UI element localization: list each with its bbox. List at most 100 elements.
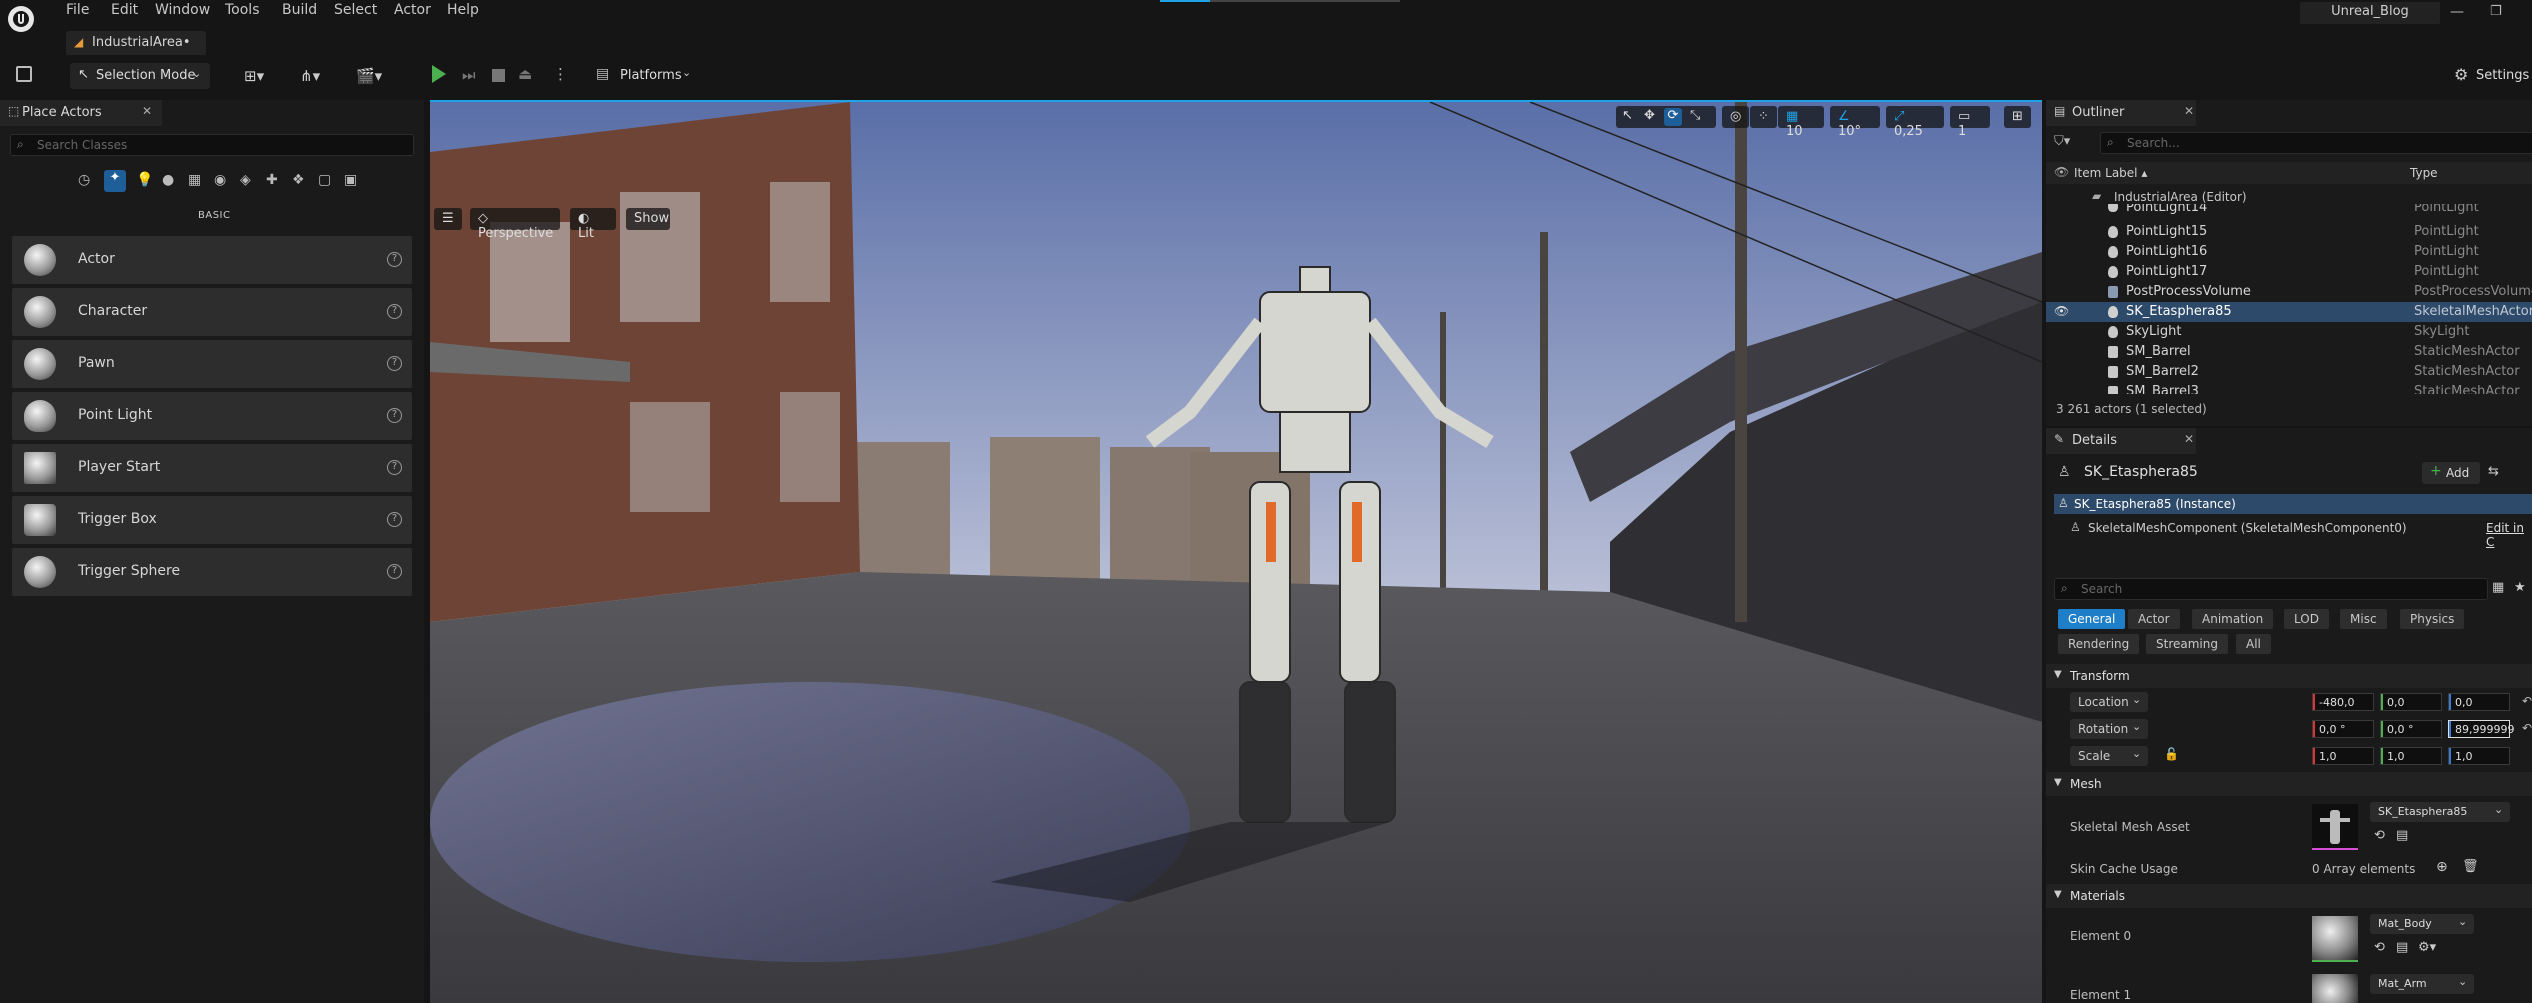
options-icon[interactable]: ⚙▾ (2418, 940, 2436, 955)
actor-name[interactable]: SK_Etasphera85 (2084, 464, 2198, 480)
grid-view-icon[interactable]: ▦ (2492, 580, 2504, 595)
menu-tools[interactable]: Tools (225, 2, 260, 18)
list-item[interactable]: SM_Barrel StaticMeshActor (2046, 342, 2532, 362)
scale-snap-button[interactable]: ⤢ 0,25 (1886, 106, 1944, 139)
favorite-star-icon[interactable]: ★ (2514, 580, 2526, 595)
reset-arrow-icon[interactable]: ↶ (2522, 721, 2532, 735)
scale-z-field[interactable]: 1,0 (2448, 747, 2510, 765)
use-selected-icon[interactable]: ⟲ (2374, 940, 2385, 955)
location-z-field[interactable]: 0,0 (2448, 693, 2510, 711)
rotation-dropdown[interactable]: Rotation ⌄ (2070, 719, 2148, 739)
shapes-icon[interactable]: ● (162, 172, 174, 188)
selection-mode-dropdown[interactable]: ↖ Selection Mode ⌄ (70, 63, 210, 89)
menu-actor[interactable]: Actor (394, 2, 431, 18)
search-classes-box[interactable]: ⌕ Search Classes (10, 134, 414, 156)
place-item-pawn[interactable]: Pawn? (12, 340, 412, 388)
show-button[interactable]: Show (626, 208, 670, 230)
platforms-dropdown[interactable]: ▤ Platforms ⌄ (596, 64, 696, 88)
help-icon[interactable]: ? (387, 460, 402, 475)
transform-section-header[interactable]: ▼ Transform (2046, 664, 2532, 688)
play-next-icon[interactable]: ⏭ (462, 66, 476, 84)
save-icon[interactable] (16, 66, 32, 82)
lock-icon[interactable]: 🔓 (2164, 747, 2179, 761)
place-item-trigger-sphere[interactable]: Trigger Sphere? (12, 548, 412, 596)
close-icon[interactable]: ✕ (2184, 432, 2194, 446)
details-search-box[interactable]: ⌕ Search (2054, 578, 2488, 600)
help-icon[interactable]: ? (387, 304, 402, 319)
rotation-z-field[interactable]: 89,999999 (2448, 720, 2515, 738)
item-label-header[interactable]: Item Label ▴ (2074, 166, 2147, 180)
list-item[interactable]: PostProcessVolume PostProcessVolume (2046, 282, 2532, 302)
menu-edit[interactable]: Edit (111, 2, 138, 18)
help-icon[interactable]: ? (387, 252, 402, 267)
lights-icon[interactable]: 💡 (136, 172, 153, 188)
translate-tool-icon[interactable]: ✥ (1644, 108, 1655, 123)
outliner-search-box[interactable]: ⌕ Search... (2100, 132, 2532, 154)
list-item[interactable]: SM_Barrel3 StaticMeshActor (2046, 382, 2532, 394)
select-tool-icon[interactable]: ↖ (1622, 108, 1633, 123)
all-classes-icon[interactable]: ❖ (292, 172, 305, 188)
browse-icon[interactable]: ▤ (2396, 940, 2408, 955)
filter-icon[interactable]: ⛉▾ (2054, 134, 2070, 149)
material-0-thumbnail[interactable] (2312, 916, 2358, 962)
location-dropdown[interactable]: Location ⌄ (2070, 692, 2148, 712)
help-icon[interactable]: ? (387, 564, 402, 579)
cinematics-icon[interactable]: 🎬▾ (356, 67, 382, 85)
basic-category-icon[interactable]: ✦ (104, 170, 126, 192)
list-item-selected[interactable]: 👁 SK_Etasphera85 SkeletalMeshActor (2046, 302, 2532, 322)
geometry-icon[interactable]: ◈ (240, 172, 251, 188)
close-icon[interactable]: ✕ (142, 104, 152, 118)
materials-section-header[interactable]: ▼ Materials (2046, 884, 2532, 908)
stop-icon[interactable] (492, 69, 505, 82)
eject-icon[interactable]: ⏏ (518, 65, 532, 83)
list-item[interactable]: PointLight17 PointLight (2046, 262, 2532, 282)
scale-y-field[interactable]: 1,0 (2380, 747, 2442, 765)
camera-speed-button[interactable]: ▭ 1 (1950, 106, 1990, 139)
blueprint-add-icon[interactable]: ⇆ (2488, 464, 2499, 479)
filter-streaming[interactable]: Streaming (2146, 634, 2228, 654)
type-header[interactable]: Type (2410, 166, 2438, 180)
scale-x-field[interactable]: 1,0 (2312, 747, 2374, 765)
filter-animation[interactable]: Animation (2192, 609, 2274, 629)
lit-button[interactable]: ◐ Lit (570, 208, 616, 241)
place-item-point-light[interactable]: Point Light? (12, 392, 412, 440)
material-1-dropdown[interactable]: Mat_Arm ⌄ (2370, 974, 2474, 994)
menu-help[interactable]: Help (447, 2, 479, 18)
minimize-icon[interactable]: — (2450, 4, 2464, 20)
filter-actor[interactable]: Actor (2128, 609, 2180, 629)
angle-snap-button[interactable]: ∠ 10° (1830, 106, 1880, 139)
scale-tool-icon[interactable]: ⤡ (1690, 108, 1700, 123)
location-x-field[interactable]: -480,0 (2312, 693, 2374, 711)
play-icon[interactable] (432, 65, 446, 83)
scale-dropdown[interactable]: Scale ⌄ (2070, 746, 2148, 766)
filter-misc[interactable]: Misc (2340, 609, 2387, 629)
rotate-tool-icon[interactable]: ⟳ (1664, 108, 1682, 126)
help-icon[interactable]: ? (387, 512, 402, 527)
filter-physics[interactable]: Physics (2400, 609, 2465, 629)
component-row[interactable]: ♙ SkeletalMeshComponent (SkeletalMeshCom… (2054, 518, 2532, 549)
menu-window[interactable]: Window (155, 2, 210, 18)
surface-snap-icon[interactable]: ⁘ (1750, 106, 1777, 128)
details-tab[interactable]: ✎ Details ✕ (2046, 428, 2196, 454)
place-item-player-start[interactable]: Player Start? (12, 444, 412, 492)
grid-snap-button[interactable]: ▦ 10 (1778, 106, 1824, 139)
place-item-trigger-box[interactable]: Trigger Box? (12, 496, 412, 544)
place-item-character[interactable]: Character? (12, 288, 412, 336)
menu-file[interactable]: File (66, 2, 89, 18)
rotation-y-field[interactable]: 0,0 ° (2380, 720, 2442, 738)
volumes-icon[interactable]: ✚ (266, 172, 278, 188)
help-icon[interactable]: ? (387, 408, 402, 423)
edit-in-link[interactable]: Edit in C (2486, 521, 2532, 549)
list-item[interactable]: SM_Barrel2 StaticMeshActor (2046, 362, 2532, 382)
trash-icon[interactable]: 🗑 (2462, 859, 2479, 874)
restore-icon[interactable]: ❐ (2490, 4, 2502, 19)
visual-effects-icon[interactable]: ◉ (214, 172, 226, 188)
menu-select[interactable]: Select (334, 2, 377, 18)
place-item-actor[interactable]: Actor? (12, 236, 412, 284)
instance-row[interactable]: ♙ SK_Etasphera85 (Instance) (2054, 494, 2532, 514)
recent-icon[interactable]: ◷ (78, 172, 90, 188)
add-element-icon[interactable]: ⊕ (2436, 859, 2448, 875)
filter-general[interactable]: General (2058, 609, 2126, 629)
more-options-icon[interactable]: ⋮ (553, 65, 568, 83)
use-selected-icon[interactable]: ⟲ (2374, 828, 2385, 843)
